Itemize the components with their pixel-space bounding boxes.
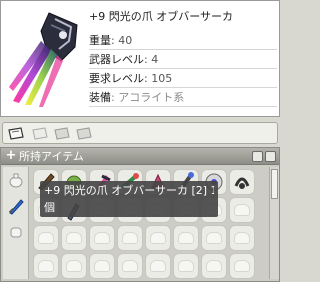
empty-slot-icon bbox=[178, 260, 194, 272]
plus-icon[interactable]: + bbox=[4, 149, 18, 163]
empty-slot-icon bbox=[178, 232, 194, 244]
stat-value: : 4 bbox=[144, 53, 159, 66]
item-stats: 重量: 40 武器レベル: 4 要求レベル: 105 装備: アコライト系 bbox=[89, 31, 277, 107]
inventory-slot[interactable] bbox=[201, 225, 227, 251]
stat-label: 武器レベル bbox=[89, 53, 144, 66]
empty-slot-icon bbox=[206, 232, 222, 244]
stat-label: 要求レベル bbox=[89, 72, 144, 85]
item-window-toolbar bbox=[2, 122, 278, 144]
stat-weapon-level: 武器レベル: 4 bbox=[89, 50, 277, 69]
empty-slot-icon bbox=[234, 232, 250, 244]
inventory-slot[interactable] bbox=[229, 253, 255, 279]
potion-tab-icon[interactable] bbox=[7, 171, 25, 189]
item-tooltip: +9 閃光の爪 オブバーサーカ [2] 1 個 bbox=[40, 181, 218, 217]
inventory-slot[interactable] bbox=[61, 225, 87, 251]
inventory-slot[interactable] bbox=[33, 225, 59, 251]
card-slot-icon[interactable] bbox=[31, 127, 49, 140]
stat-value: : 40 bbox=[111, 34, 133, 47]
inventory-slot[interactable] bbox=[89, 253, 115, 279]
scrollbar-thumb[interactable] bbox=[271, 169, 278, 199]
empty-slot-icon bbox=[150, 260, 166, 272]
item-detail-window: +9 閃光の爪 オブバーサーカ 重量: 40 武器レベル: 4 要求レベル: 1… bbox=[0, 0, 280, 117]
inventory-category-tabs bbox=[3, 167, 29, 279]
stat-label: 重量 bbox=[89, 34, 111, 47]
empty-slot-icon bbox=[66, 232, 82, 244]
inventory-slot[interactable] bbox=[173, 253, 199, 279]
inventory-slot[interactable] bbox=[117, 253, 143, 279]
tooltip-line: +9 閃光の爪 オブバーサーカ [2] 1 bbox=[44, 184, 214, 197]
inventory-slot[interactable] bbox=[145, 253, 171, 279]
empty-slot-icon bbox=[38, 232, 54, 244]
item-icon bbox=[234, 177, 250, 189]
stat-value: : 105 bbox=[144, 72, 173, 85]
inventory-slot[interactable] bbox=[117, 225, 143, 251]
card-slot-icon[interactable] bbox=[75, 127, 93, 140]
empty-slot-icon bbox=[206, 260, 222, 272]
empty-slot-icon bbox=[234, 204, 250, 216]
stat-equip-class: 装備: アコライト系 bbox=[89, 88, 277, 107]
inventory-titlebar[interactable]: + 所持アイテム bbox=[1, 148, 279, 165]
inventory-slot[interactable] bbox=[229, 169, 255, 195]
inventory-scrollbar[interactable] bbox=[269, 167, 279, 279]
inventory-slot[interactable] bbox=[61, 253, 87, 279]
empty-slot-icon bbox=[94, 260, 110, 272]
card-icon[interactable] bbox=[7, 127, 25, 140]
claw-weapon-icon bbox=[5, 5, 83, 113]
stat-required-level: 要求レベル: 105 bbox=[89, 69, 277, 88]
empty-slot-icon bbox=[66, 260, 82, 272]
empty-slot-icon bbox=[122, 260, 138, 272]
empty-slot-icon bbox=[234, 260, 250, 272]
item-name: +9 閃光の爪 オブバーサーカ bbox=[89, 10, 233, 23]
inventory-title: 所持アイテム bbox=[19, 150, 84, 163]
inventory-slot[interactable] bbox=[89, 225, 115, 251]
card-slot-icon[interactable] bbox=[53, 127, 71, 140]
inventory-slot[interactable] bbox=[229, 197, 255, 223]
weapon-tab-icon[interactable] bbox=[7, 197, 25, 215]
empty-slot-icon bbox=[150, 232, 166, 244]
stat-weight: 重量: 40 bbox=[89, 31, 277, 50]
inventory-slot[interactable] bbox=[145, 225, 171, 251]
inventory-slot[interactable] bbox=[201, 253, 227, 279]
inventory-slot[interactable] bbox=[33, 253, 59, 279]
stat-label: 装備 bbox=[89, 91, 111, 104]
empty-slot-icon bbox=[94, 232, 110, 244]
close-button[interactable] bbox=[265, 151, 276, 162]
empty-slot-icon bbox=[38, 260, 54, 272]
minimize-button[interactable] bbox=[252, 151, 263, 162]
etc-tab-icon[interactable] bbox=[7, 223, 25, 241]
inventory-slot[interactable] bbox=[173, 225, 199, 251]
tooltip-line: 個 bbox=[44, 201, 55, 214]
stat-value: : アコライト系 bbox=[111, 91, 185, 104]
inventory-slot[interactable] bbox=[229, 225, 255, 251]
empty-slot-icon bbox=[122, 232, 138, 244]
